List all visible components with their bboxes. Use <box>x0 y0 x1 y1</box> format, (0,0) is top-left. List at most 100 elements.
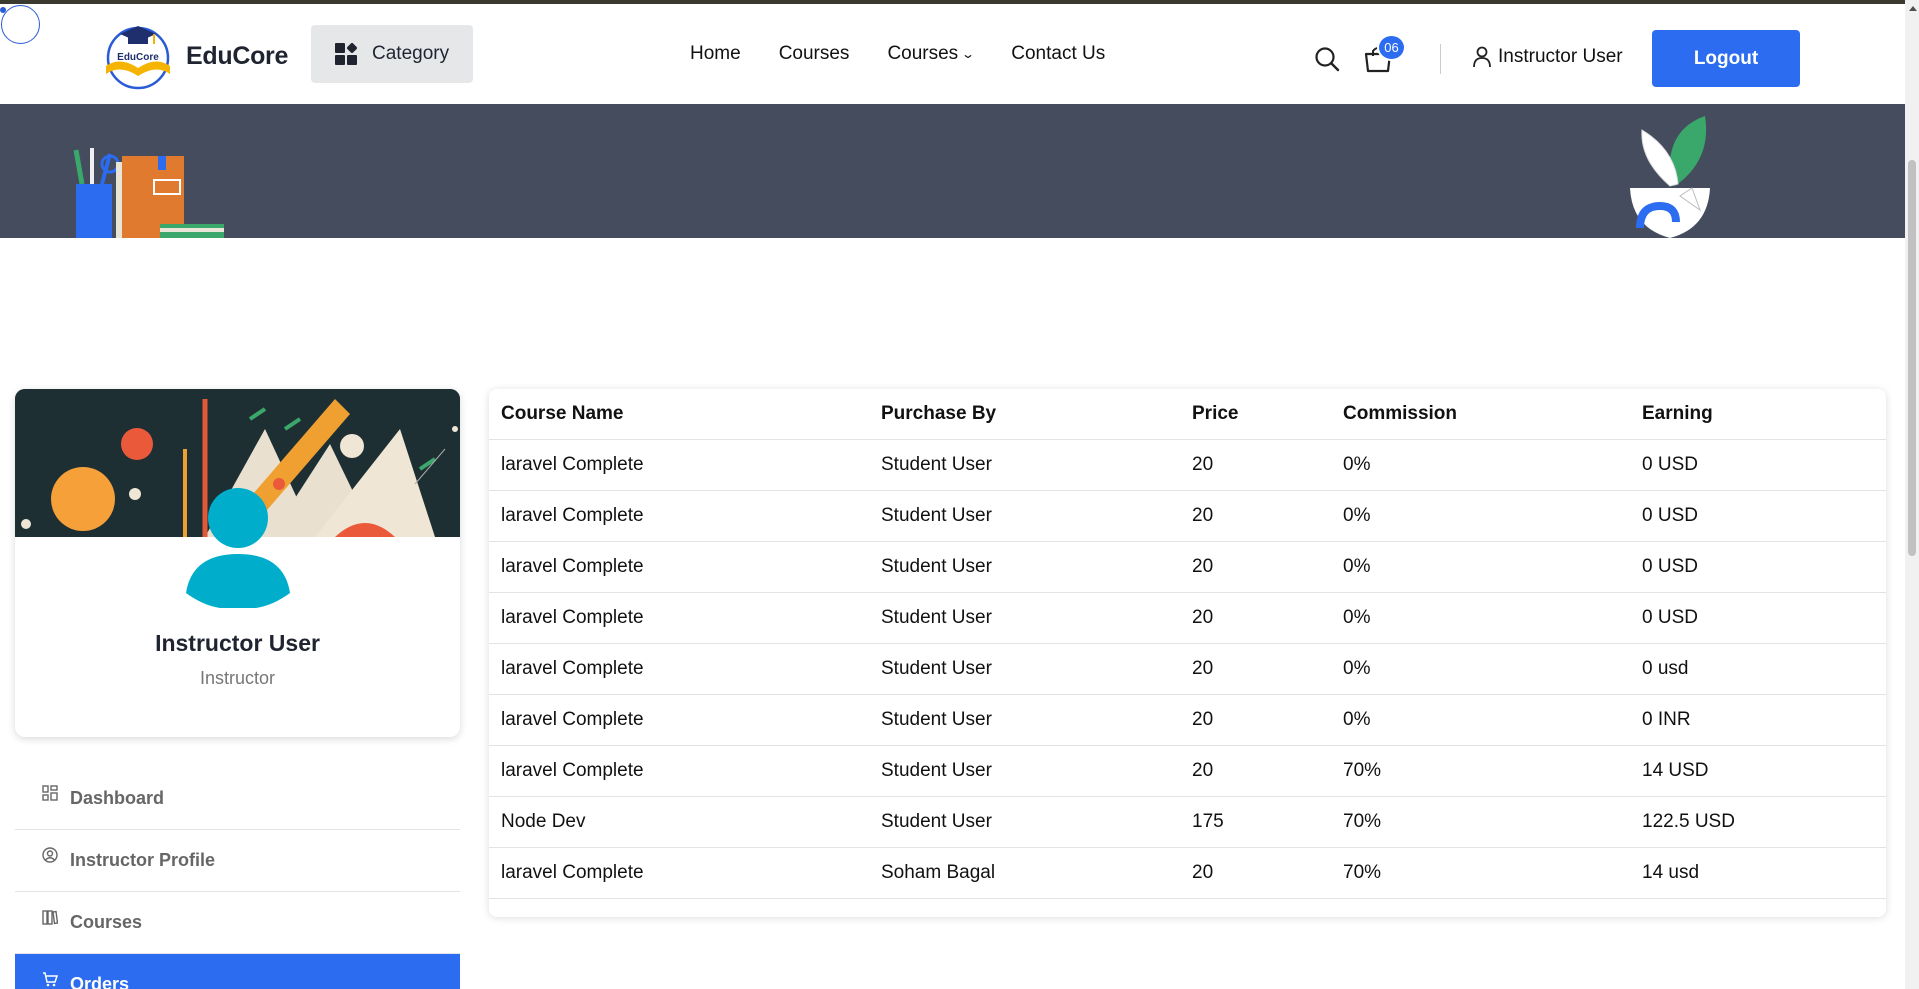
dashboard-sidebar: Dashboard Instructor Profile Courses Ord… <box>15 768 460 989</box>
cell-earning: 14 USD <box>1642 745 1886 797</box>
cell-commission: 0% <box>1343 490 1642 542</box>
scroll-up-arrow-icon[interactable] <box>1909 6 1917 11</box>
scrollbar-thumb[interactable] <box>1908 160 1916 556</box>
nav-home[interactable]: Home <box>690 43 741 65</box>
table-row: laravel Complete Student User 20 0% 0 US… <box>489 439 1886 491</box>
cell-course-name: laravel Complete <box>489 490 881 542</box>
cell-commission: 0% <box>1343 439 1642 491</box>
nav-courses-label: Courses <box>778 43 850 64</box>
table-row: laravel Complete Student User 20 70% 14 … <box>489 745 1886 797</box>
sidebar-item-courses[interactable]: Courses <box>15 892 460 954</box>
cell-course-name: laravel Complete <box>489 694 881 746</box>
cell-purchase-by: Student User <box>881 694 1192 746</box>
cell-earning: 0 USD <box>1642 490 1886 542</box>
user-icon <box>1473 46 1491 68</box>
table-row: laravel Complete Student User 20 0% 0 US… <box>489 541 1886 593</box>
orders-table-panel: Course Name Purchase By Price Commission… <box>489 389 1886 917</box>
cell-earning: 14 usd <box>1642 847 1886 899</box>
dashboard-icon <box>42 784 58 801</box>
cell-commission: 0% <box>1343 541 1642 593</box>
cell-course-name: Node Dev <box>489 796 881 848</box>
logo-mark-text: EduCore <box>117 52 159 63</box>
column-header: Course Name <box>489 389 881 440</box>
cell-price: 20 <box>1192 694 1343 746</box>
table-row: laravel Complete Student User 20 0% 0 IN… <box>489 694 1886 746</box>
cursor-dot-icon <box>0 7 6 13</box>
stationery-illustration-icon <box>73 148 224 238</box>
sidebar-item-instructor-profile[interactable]: Instructor Profile <box>15 830 460 892</box>
column-header: Commission <box>1343 389 1642 440</box>
user-circle-icon <box>42 846 58 863</box>
sidebar-item-label: Courses <box>70 912 143 932</box>
logout-button[interactable]: Logout <box>1652 30 1800 87</box>
nav-contact-label: Contact Us <box>1011 43 1106 64</box>
column-header: Purchase By <box>881 389 1192 440</box>
cell-purchase-by: Student User <box>881 490 1192 542</box>
profile-role: Instructor <box>199 668 276 688</box>
cart-icon <box>43 971 58 986</box>
sidebar-item-orders[interactable]: Orders <box>15 954 460 989</box>
site-header: EduCore EduCore Category Home Courses Co… <box>0 4 1905 104</box>
avatar <box>186 488 290 608</box>
cell-earning: 0 INR <box>1642 694 1886 746</box>
nav-contact[interactable]: Contact Us <box>1011 43 1105 65</box>
cell-earning: 0 USD <box>1642 439 1886 491</box>
cell-course-name: laravel Complete <box>489 745 881 797</box>
sidebar-item-label: Dashboard <box>70 788 165 808</box>
cell-price: 20 <box>1192 745 1343 797</box>
column-header: Price <box>1192 389 1343 440</box>
nav-courses[interactable]: Courses <box>779 43 850 65</box>
category-button[interactable]: Category <box>311 25 473 83</box>
cell-price: 20 <box>1192 847 1343 899</box>
table-row: laravel Complete Student User 20 0% 0 US… <box>489 592 1886 644</box>
cart-count-badge: 06 <box>1377 34 1406 61</box>
table-row: laravel Complete Student User 20 0% 0 US… <box>489 490 1886 542</box>
orders-table: Course Name Purchase By Price Commission… <box>489 389 1886 899</box>
nav-courses-dropdown[interactable]: Courses ⌄ <box>887 43 976 65</box>
table-header-row: Course Name Purchase By Price Commission… <box>489 389 1886 440</box>
cell-commission: 70% <box>1343 796 1642 848</box>
category-grid-icon <box>335 42 358 65</box>
column-header: Earning <box>1642 389 1886 440</box>
cursor-ring-icon <box>1 5 40 44</box>
cell-commission: 0% <box>1343 592 1642 644</box>
search-icon[interactable] <box>1314 46 1340 72</box>
cell-purchase-by: Student User <box>881 541 1192 593</box>
sidebar-item-label: Instructor Profile <box>70 850 216 870</box>
cell-price: 20 <box>1192 541 1343 593</box>
sidebar-item-dashboard[interactable]: Dashboard <box>15 768 460 830</box>
cell-purchase-by: Student User <box>881 745 1192 797</box>
cell-commission: 0% <box>1343 643 1642 695</box>
cell-purchase-by: Student User <box>881 592 1192 644</box>
chevron-down-icon: ⌄ <box>961 47 976 61</box>
brand-logo[interactable]: EduCore EduCore <box>98 22 288 90</box>
cell-commission: 70% <box>1343 745 1642 797</box>
cell-earning: 0 usd <box>1642 643 1886 695</box>
cell-purchase-by: Soham Bagal <box>881 847 1192 899</box>
cell-course-name: laravel Complete <box>489 643 881 695</box>
profile-name: Instructor User <box>155 630 320 656</box>
cell-earning: 0 USD <box>1642 541 1886 593</box>
logo-mark-icon: EduCore <box>98 22 178 90</box>
category-label: Category <box>372 43 450 64</box>
brand-name: EduCore <box>186 41 289 70</box>
user-menu-link[interactable]: Instructor User <box>1472 46 1623 68</box>
nav-courses-dropdown-label: Courses <box>887 43 959 64</box>
user-menu-label: Instructor User <box>1498 46 1623 67</box>
cell-purchase-by: Student User <box>881 439 1192 491</box>
cell-purchase-by: Student User <box>881 643 1192 695</box>
cell-course-name: laravel Complete <box>489 847 881 899</box>
cell-price: 20 <box>1192 490 1343 542</box>
sidebar-item-label: Orders <box>70 974 130 989</box>
cell-earning: 0 USD <box>1642 592 1886 644</box>
table-row: laravel Complete Student User 20 0% 0 us… <box>489 643 1886 695</box>
books-icon <box>42 909 58 925</box>
cell-price: 175 <box>1192 796 1343 848</box>
cell-commission: 0% <box>1343 694 1642 746</box>
cell-price: 20 <box>1192 592 1343 644</box>
table-row: laravel Complete Soham Bagal 20 70% 14 u… <box>489 847 1886 899</box>
cell-course-name: laravel Complete <box>489 439 881 491</box>
orders-table-body: laravel Complete Student User 20 0% 0 US… <box>489 439 1886 899</box>
page-banner <box>0 104 1905 238</box>
cell-price: 20 <box>1192 643 1343 695</box>
